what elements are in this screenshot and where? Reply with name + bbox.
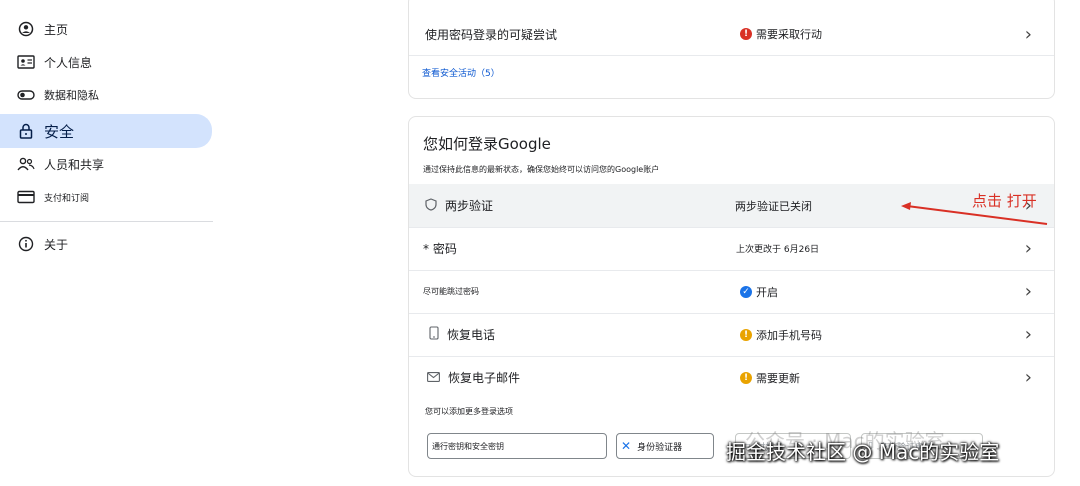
sidebar-item-payments[interactable]: 支付和订阅 bbox=[0, 181, 212, 213]
authenticator-icon: ✕ bbox=[621, 439, 632, 453]
row-value: 上次更改于 6月26日 bbox=[736, 245, 820, 255]
warning-icon: ! bbox=[740, 371, 752, 384]
mail-icon bbox=[427, 371, 440, 385]
button-label: 身份验证器 bbox=[637, 442, 683, 453]
credit-card-icon bbox=[16, 187, 36, 207]
info-icon bbox=[16, 234, 36, 254]
row-status: ! 需要采取行动 bbox=[740, 26, 822, 42]
phone-icon bbox=[429, 326, 439, 343]
recent-security-activity-card: 使用密码登录的可疑尝试 ! 需要采取行动 › 查看安全活动（5） bbox=[408, 0, 1055, 99]
sidebar-item-label: 支付和订阅 bbox=[44, 193, 90, 204]
status-text: 开启 bbox=[756, 285, 778, 299]
suspicious-signin-row[interactable]: 使用密码登录的可疑尝试 ! 需要采取行动 › bbox=[409, 13, 1054, 56]
check-icon: ✓ bbox=[740, 285, 752, 298]
lock-icon bbox=[16, 121, 36, 141]
card-subtitle: 通过保持此信息的最新状态，确保您始终可以访问您的Google账户 bbox=[423, 165, 660, 174]
passkeys-button[interactable]: 通行密钥和安全密钥 bbox=[427, 433, 607, 459]
chevron-right-icon: › bbox=[1024, 238, 1032, 259]
sidebar-item-label: 人员和共享 bbox=[44, 157, 105, 172]
annotation-text: 点击 打开 bbox=[972, 192, 1037, 210]
sidebar-item-label: 数据和隐私 bbox=[44, 89, 99, 102]
row-value: 两步验证已关闭 bbox=[735, 199, 812, 213]
sidebar-item-label: 安全 bbox=[44, 122, 75, 141]
more-options-label: 您可以添加更多登录选项 bbox=[425, 407, 513, 416]
alert-icon: ! bbox=[740, 28, 752, 40]
row-label-text: 两步验证 bbox=[445, 199, 494, 213]
account-circle-icon bbox=[16, 19, 36, 39]
status-text: 添加手机号码 bbox=[756, 328, 822, 342]
shield-icon bbox=[425, 197, 437, 214]
sidebar-item-home[interactable]: 主页 bbox=[0, 13, 212, 45]
row-label: 两步验证 bbox=[425, 197, 493, 214]
skip-password-row[interactable]: 尽可能跳过密码 ✓ 开启 › bbox=[409, 270, 1054, 314]
row-value: ! 添加手机号码 bbox=[740, 327, 822, 343]
sidebar-nav: 主页 个人信息 数据和隐私 安全 人员和共享 支付和订阅 关于 bbox=[0, 0, 222, 486]
toggle-icon bbox=[16, 85, 36, 105]
sidebar-item-about[interactable]: 关于 bbox=[0, 228, 212, 260]
row-label: * 密码 bbox=[423, 242, 457, 256]
chevron-right-icon: › bbox=[1024, 324, 1032, 345]
signin-methods-card: 您如何登录Google 通过保持此信息的最新状态，确保您始终可以访问您的Goog… bbox=[408, 116, 1055, 477]
sidebar-item-people-sharing[interactable]: 人员和共享 bbox=[0, 148, 212, 180]
button-label: 通行密钥和安全密钥 bbox=[432, 441, 504, 451]
sidebar-item-label: 主页 bbox=[44, 22, 69, 37]
recovery-phone-row[interactable]: 恢复电话 ! 添加手机号码 › bbox=[409, 313, 1054, 357]
id-card-icon bbox=[16, 52, 36, 72]
sidebar-item-label: 关于 bbox=[44, 237, 69, 252]
authenticator-button[interactable]: ✕ 身份验证器 bbox=[616, 433, 714, 459]
row-label-text: 恢复电话 bbox=[447, 328, 496, 342]
row-label: 恢复电子邮件 bbox=[427, 369, 520, 386]
card-title: 您如何登录Google bbox=[423, 135, 551, 153]
sidebar-item-personal-info[interactable]: 个人信息 bbox=[0, 46, 212, 78]
sidebar-item-security[interactable]: 安全 bbox=[0, 114, 212, 148]
chevron-right-icon: › bbox=[1024, 281, 1032, 302]
watermark: 掘金技术社区 @ Mac的实验室 bbox=[726, 440, 1000, 464]
warning-icon: ! bbox=[740, 328, 752, 341]
sidebar-item-data-privacy[interactable]: 数据和隐私 bbox=[0, 79, 212, 111]
status-text: 需要采取行动 bbox=[756, 28, 822, 41]
row-label-text: 恢复电子邮件 bbox=[448, 371, 521, 385]
sidebar-divider bbox=[0, 221, 213, 222]
chevron-right-icon: › bbox=[1024, 23, 1032, 45]
people-icon bbox=[16, 154, 36, 174]
sidebar-item-label: 个人信息 bbox=[44, 55, 93, 70]
row-value: ! 需要更新 bbox=[740, 370, 800, 386]
status-text: 需要更新 bbox=[756, 371, 800, 385]
row-label: 使用密码登录的可疑尝试 bbox=[425, 27, 558, 42]
recovery-email-row[interactable]: 恢复电子邮件 ! 需要更新 › bbox=[409, 356, 1054, 399]
password-row[interactable]: * 密码 上次更改于 6月26日 › bbox=[409, 227, 1054, 271]
view-security-activity-link[interactable]: 查看安全活动（5） bbox=[422, 66, 500, 79]
row-value: ✓ 开启 bbox=[740, 284, 778, 300]
row-label: 恢复电话 bbox=[429, 326, 495, 343]
row-label: 尽可能跳过密码 bbox=[423, 287, 479, 296]
chevron-right-icon: › bbox=[1024, 367, 1032, 388]
